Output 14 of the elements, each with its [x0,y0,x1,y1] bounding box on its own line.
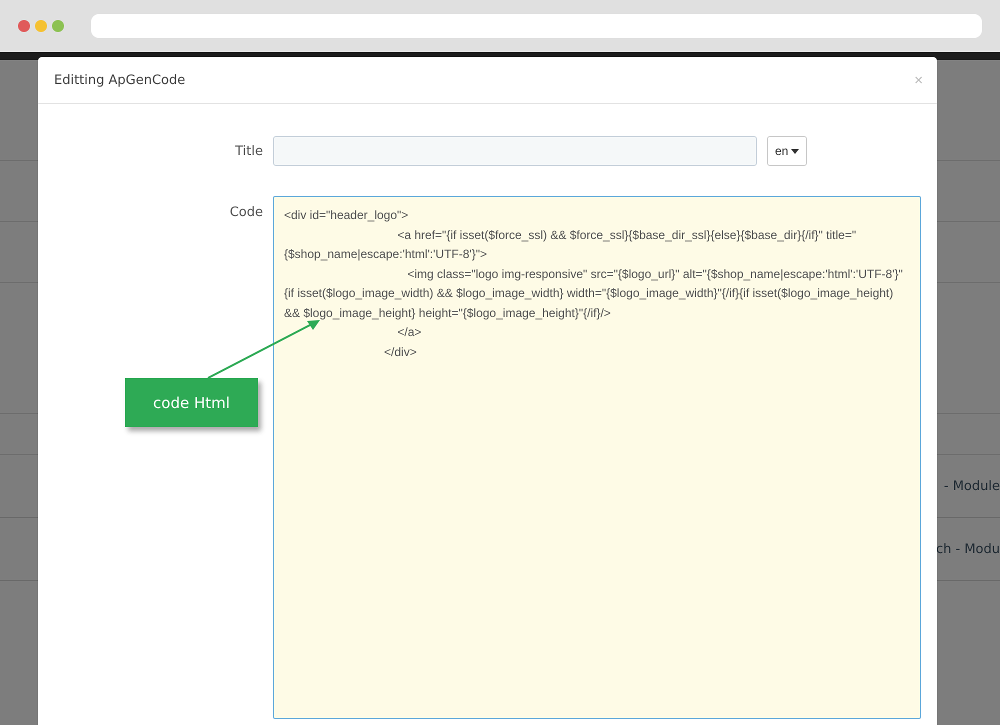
title-input[interactable] [273,136,757,166]
dialog-title: Editting ApGenCode [54,72,186,88]
language-dropdown[interactable]: en [767,136,808,166]
field-label: Code [228,204,264,220]
code-field[interactable]: <div id="header_logo"> <a href="{if isset($force_ssl) && $force_ssl}{$base_dir_ssl}{else}{$base_dir}{/if}" title="{$shop_name|escape:'html':'UTF-8'}"> <img class="logo img-responsive" src="{$logo_url}" alt="{$shop_name|escape:'html':'UTF-8'}"{if isset($logo_image_width) && $logo_image_width} width="{$logo_image_width}"{/if}{if isset($logo_image_height) && $logo_image_height} height="{$logo_image_height}"{/if}/> </a> </div> [273,196,921,719]
minimize-window-icon[interactable] [35,20,47,32]
caret-icon [791,148,800,154]
module-name: ch - Modu [936,542,1000,556]
module-name: - Module [944,478,1000,494]
address-bar[interactable] [91,14,982,38]
close-window-icon[interactable] [18,20,30,32]
field-label: Title [234,144,264,158]
callout-label: code Html [125,378,258,427]
maximize-window-icon[interactable] [52,20,64,32]
